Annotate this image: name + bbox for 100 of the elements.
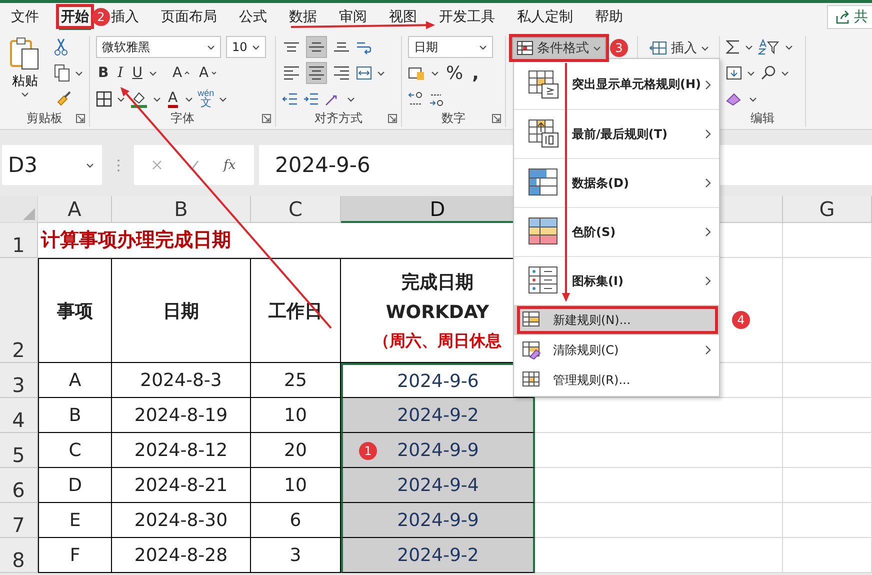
copy-icon[interactable] — [54, 64, 70, 82]
dialog-launcher-icon[interactable] — [262, 114, 271, 123]
caret-icon[interactable] — [75, 70, 83, 76]
italic-button[interactable]: I — [116, 62, 126, 84]
column-header[interactable]: C — [251, 196, 341, 223]
ribbon-tab[interactable]: 插入 — [109, 3, 141, 30]
caret-icon[interactable] — [781, 70, 789, 76]
font-color-button[interactable]: A — [166, 88, 180, 110]
caret-icon[interactable] — [431, 70, 439, 76]
grow-font-button[interactable]: A — [170, 62, 192, 84]
align-icon — [284, 42, 299, 52]
row-header[interactable]: 6 — [0, 468, 38, 503]
dialog-launcher-icon[interactable] — [388, 114, 397, 123]
sort-filter-icon[interactable] — [758, 39, 780, 55]
caret-icon[interactable] — [149, 70, 158, 76]
ribbon-tab[interactable]: 文件 — [9, 3, 41, 30]
insert-function-label[interactable]: fx — [224, 158, 236, 172]
caret-icon[interactable] — [749, 96, 757, 102]
caret-icon[interactable] — [785, 44, 793, 50]
caret-icon[interactable] — [184, 96, 193, 102]
ribbon-tab[interactable]: 开始 — [59, 3, 91, 30]
row-header[interactable]: 8 — [0, 538, 38, 573]
caret-icon[interactable] — [252, 44, 260, 50]
caret-icon[interactable] — [86, 162, 94, 168]
row-header[interactable]: 4 — [0, 398, 38, 433]
table-cell: C — [38, 433, 112, 468]
rule-icon — [522, 370, 541, 390]
column-header[interactable]: B — [112, 196, 251, 223]
align-icon — [309, 66, 324, 80]
number-format-field[interactable]: 日期 — [408, 36, 493, 58]
comma-button[interactable]: , — [470, 62, 481, 84]
decrease-indent-icon[interactable] — [282, 92, 298, 106]
bold-button[interactable]: B — [96, 62, 111, 84]
phonetic-button[interactable]: wén 文 — [198, 89, 214, 109]
column-header[interactable]: A — [38, 196, 112, 223]
caret-icon[interactable] — [701, 46, 709, 50]
column-header[interactable]: G — [783, 196, 872, 223]
group-label: 对齐方式 — [314, 110, 362, 127]
row-header[interactable]: 7 — [0, 503, 38, 538]
ribbon-tab[interactable]: 帮助 — [593, 3, 625, 30]
fill-color-icon[interactable] — [130, 90, 148, 108]
table-cell: 2024-8-19 — [112, 398, 251, 433]
fill-down-icon[interactable] — [726, 65, 742, 81]
vertical-align-button[interactable] — [306, 36, 327, 58]
menu-item[interactable]: 最前/最后规则(T) — [514, 109, 719, 158]
dialog-launcher-icon[interactable] — [492, 114, 501, 123]
merge-cells-icon[interactable] — [356, 65, 372, 81]
caret-icon[interactable] — [479, 44, 487, 50]
ribbon-tab[interactable]: 公式 — [237, 3, 269, 30]
row-header[interactable]: 5 — [0, 433, 38, 468]
caret-icon[interactable] — [593, 46, 601, 50]
menu-item[interactable]: 数据条(D) — [514, 158, 719, 207]
row-header[interactable]: 3 — [0, 363, 38, 398]
ribbon-tab[interactable]: 数据 — [287, 3, 319, 30]
increase-decimal-icon[interactable] — [408, 91, 424, 107]
autosum-icon[interactable] — [726, 39, 740, 55]
accounting-format-icon[interactable] — [408, 66, 426, 80]
search-icon[interactable] — [760, 65, 776, 81]
ribbon-tab[interactable]: 视图 — [387, 3, 419, 30]
menu-item[interactable]: 图标集(I) — [514, 256, 719, 305]
caret-icon[interactable] — [747, 70, 755, 76]
percent-button[interactable]: % — [444, 62, 466, 84]
conditional-format-button[interactable]: 条件格式 — [512, 37, 606, 59]
menu-item[interactable]: 清除规则(C) — [514, 335, 719, 365]
ribbon-tab[interactable]: 开发工具 — [437, 3, 497, 30]
cut-icon[interactable] — [54, 38, 68, 56]
underline-button[interactable]: U — [130, 62, 144, 84]
share-button[interactable]: 共 — [827, 4, 872, 28]
increase-indent-icon[interactable] — [303, 92, 319, 106]
menu-item[interactable]: 管理规则(R)... — [514, 365, 719, 395]
caret-icon[interactable] — [21, 92, 29, 97]
shrink-font-button[interactable]: A — [197, 62, 219, 84]
caret-icon[interactable] — [745, 44, 753, 50]
row-header[interactable]: 1 — [0, 223, 38, 258]
row-header[interactable]: 2 — [0, 258, 38, 363]
header-text: （周六、周日休息 — [374, 330, 502, 352]
caret-icon[interactable] — [347, 96, 355, 102]
ribbon-tab[interactable]: 私人定制 — [515, 3, 575, 30]
caret-icon[interactable] — [207, 44, 215, 50]
align-icon — [284, 66, 299, 80]
ribbon-tab[interactable]: 页面布局 — [159, 3, 219, 30]
borders-icon[interactable] — [96, 91, 112, 107]
menu-item[interactable]: 突出显示单元格规则(H) — [514, 60, 719, 109]
font-name-field[interactable]: 微软雅黑 — [96, 36, 221, 58]
table-cell: 2024-9-2 — [341, 398, 535, 433]
horizontal-align-button[interactable] — [306, 62, 327, 84]
caret-icon[interactable] — [153, 96, 161, 102]
caret-icon[interactable] — [219, 96, 228, 102]
paste-button[interactable]: 粘贴 — [8, 36, 42, 110]
caret-icon[interactable] — [117, 96, 125, 102]
group-label: 剪贴板 — [26, 110, 62, 127]
menu-item[interactable]: 色阶(S) — [514, 207, 719, 256]
font-size-field[interactable]: 10 — [226, 36, 266, 58]
dialog-launcher-icon[interactable] — [76, 114, 85, 123]
caret-icon[interactable] — [377, 70, 385, 76]
rule-icon — [528, 168, 560, 198]
handle-icon[interactable] — [116, 158, 120, 172]
ribbon-tab[interactable]: 审阅 — [337, 3, 369, 30]
table-cell: A — [38, 363, 112, 398]
name-box[interactable]: D3 — [2, 145, 102, 185]
